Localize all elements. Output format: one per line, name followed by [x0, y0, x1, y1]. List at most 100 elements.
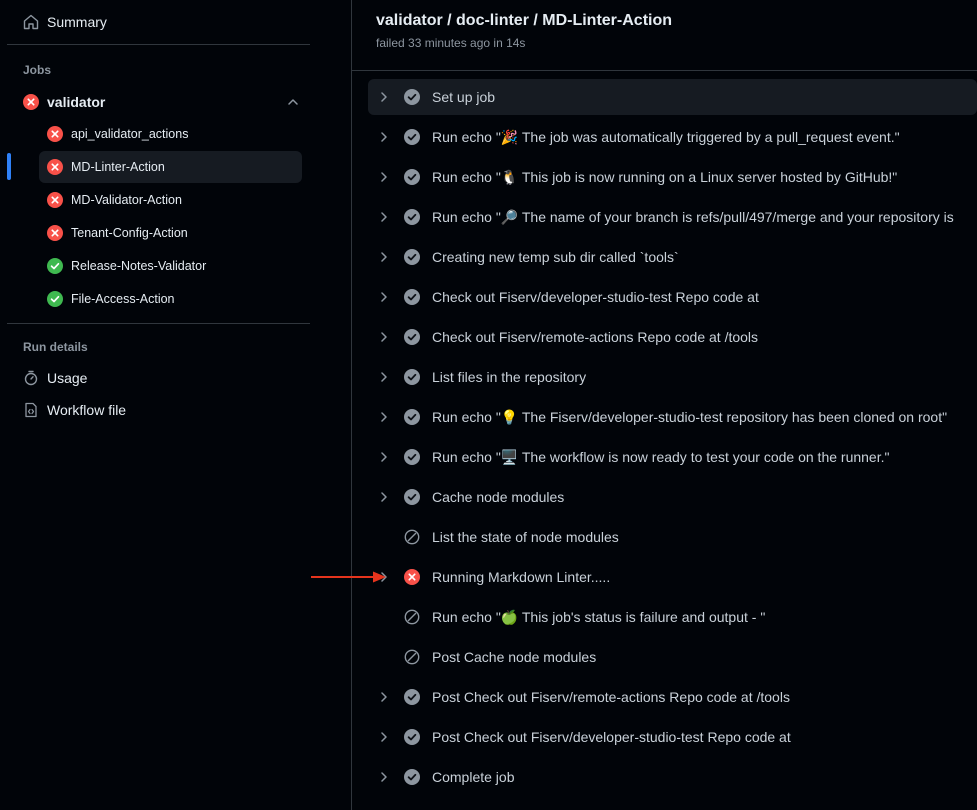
chevron-right-icon[interactable]	[376, 769, 392, 785]
success-icon	[404, 489, 420, 505]
active-indicator	[7, 153, 11, 180]
chevron-up-icon[interactable]	[285, 94, 301, 110]
step-label: Post Check out Fiserv/remote-actions Rep…	[432, 689, 790, 705]
chevron-right-icon[interactable]	[376, 449, 392, 465]
success-icon	[404, 329, 420, 345]
usage-label: Usage	[47, 370, 88, 386]
failed-icon	[47, 159, 63, 175]
workflow-file-label: Workflow file	[47, 402, 127, 418]
main-panel: validator / doc-linter / MD-Linter-Actio…	[352, 0, 977, 810]
subjob-item[interactable]: Tenant-Config-Action	[39, 217, 302, 249]
job-validator[interactable]: validator	[0, 86, 351, 118]
step-label: Check out Fiserv/developer-studio-test R…	[432, 289, 759, 305]
step-label: Running Markdown Linter.....	[432, 569, 611, 585]
job-header: validator / doc-linter / MD-Linter-Actio…	[352, 0, 977, 71]
step-row[interactable]: Running Markdown Linter.....	[368, 559, 977, 595]
step-row[interactable]: Check out Fiserv/developer-studio-test R…	[368, 279, 977, 315]
chevron-right-icon[interactable]	[376, 249, 392, 265]
success-icon	[404, 129, 420, 145]
success-icon	[404, 769, 420, 785]
success-icon	[404, 729, 420, 745]
success-icon	[404, 369, 420, 385]
sidebar-divider	[7, 44, 310, 45]
workflow-file-link[interactable]: Workflow file	[0, 394, 351, 426]
chevron-right-icon[interactable]	[376, 729, 392, 745]
chevron-right-icon[interactable]	[376, 489, 392, 505]
step-row[interactable]: Run echo "💡 The Fiserv/developer-studio-…	[368, 399, 977, 435]
subjob-item[interactable]: MD-Linter-Action	[39, 151, 302, 183]
summary-label: Summary	[47, 14, 107, 30]
success-icon	[47, 291, 63, 307]
subjob-label: MD-Linter-Action	[71, 160, 165, 174]
subjob-label: Tenant-Config-Action	[71, 226, 188, 240]
chevron-right-icon[interactable]	[376, 409, 392, 425]
file-code-icon	[23, 402, 39, 418]
chevron-placeholder	[376, 609, 392, 625]
success-icon	[404, 409, 420, 425]
subjob-list: api_validator_actions MD-Linter-Action MD-…	[0, 118, 351, 315]
step-row[interactable]: Post Check out Fiserv/remote-actions Rep…	[368, 679, 977, 715]
chevron-right-icon[interactable]	[376, 689, 392, 705]
chevron-right-icon[interactable]	[376, 209, 392, 225]
step-list: Set up job Run echo "🎉 The job was automa…	[352, 71, 977, 795]
success-icon	[404, 249, 420, 265]
step-row[interactable]: Run echo "🐧 This job is now running on a…	[368, 159, 977, 195]
step-row[interactable]: Post Cache node modules	[368, 639, 977, 675]
step-label: Set up job	[432, 89, 496, 105]
chevron-placeholder	[376, 529, 392, 545]
step-row[interactable]: Run echo "🖥️ The workflow is now ready t…	[368, 439, 977, 475]
annotation-arrow	[311, 571, 386, 583]
chevron-right-icon[interactable]	[376, 289, 392, 305]
step-row[interactable]: Creating new temp sub dir called `tools`	[368, 239, 977, 275]
step-row[interactable]: List files in the repository	[368, 359, 977, 395]
step-row[interactable]: Run echo "🎉 The job was automatically tr…	[368, 119, 977, 155]
step-row[interactable]: Run echo "🍏 This job's status is failure…	[368, 599, 977, 635]
jobs-section-title: Jobs	[23, 63, 52, 77]
subjob-label: File-Access-Action	[71, 292, 175, 306]
success-icon	[404, 289, 420, 305]
chevron-right-icon[interactable]	[376, 89, 392, 105]
failed-icon	[23, 94, 39, 110]
step-label: List files in the repository	[432, 369, 587, 385]
failed-icon	[47, 192, 63, 208]
job-name: validator	[47, 94, 106, 110]
step-row[interactable]: Check out Fiserv/remote-actions Repo cod…	[368, 319, 977, 355]
run-status-text: failed 33 minutes ago in 14s	[376, 36, 526, 50]
subjob-item[interactable]: File-Access-Action	[39, 283, 302, 315]
sidebar-divider	[7, 323, 310, 324]
success-icon	[404, 169, 420, 185]
step-label: Complete job	[432, 769, 515, 785]
success-icon	[404, 449, 420, 465]
step-label: Run echo "🎉 The job was automatically tr…	[432, 128, 900, 145]
chevron-right-icon[interactable]	[376, 169, 392, 185]
success-icon	[47, 258, 63, 274]
success-icon	[404, 209, 420, 225]
run-details-title: Run details	[23, 340, 88, 354]
step-row[interactable]: Post Check out Fiserv/developer-studio-t…	[368, 719, 977, 755]
summary-link[interactable]: Summary	[0, 6, 351, 38]
step-label: Run echo "💡 The Fiserv/developer-studio-…	[432, 408, 948, 425]
subjob-item[interactable]: Release-Notes-Validator	[39, 250, 302, 282]
step-label: Run echo "🍏 This job's status is failure…	[432, 608, 766, 625]
step-row[interactable]: Set up job	[368, 79, 977, 115]
chevron-right-icon[interactable]	[376, 329, 392, 345]
step-label: Cache node modules	[432, 489, 565, 505]
step-row[interactable]: Complete job	[368, 759, 977, 795]
step-label: Check out Fiserv/remote-actions Repo cod…	[432, 329, 759, 345]
step-label: Run echo "🖥️ The workflow is now ready t…	[432, 448, 890, 465]
step-row[interactable]: Run echo "🔎 The name of your branch is r…	[368, 199, 977, 235]
step-row[interactable]: Cache node modules	[368, 479, 977, 515]
step-label: Post Cache node modules	[432, 649, 597, 665]
skipped-icon	[404, 529, 420, 545]
failed-icon	[47, 126, 63, 142]
page-title: validator / doc-linter / MD-Linter-Actio…	[376, 12, 673, 29]
sidebar: Summary Jobs validator api_validator_act…	[0, 0, 352, 810]
subjob-item[interactable]: MD-Validator-Action	[39, 184, 302, 216]
usage-link[interactable]: Usage	[0, 362, 351, 394]
step-row[interactable]: List the state of node modules	[368, 519, 977, 555]
step-label: List the state of node modules	[432, 529, 619, 545]
chevron-right-icon[interactable]	[376, 369, 392, 385]
skipped-icon	[404, 609, 420, 625]
chevron-right-icon[interactable]	[376, 129, 392, 145]
subjob-item[interactable]: api_validator_actions	[39, 118, 302, 150]
